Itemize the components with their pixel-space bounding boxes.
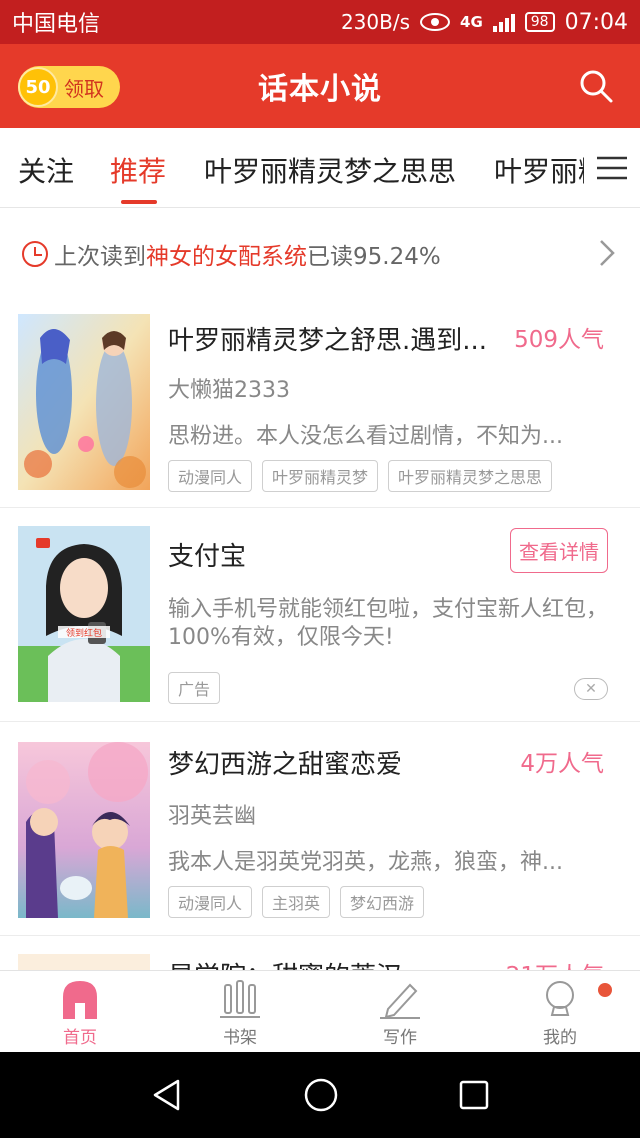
claim-label: 领取 [64,76,104,101]
nav-write[interactable]: 写作 [320,971,480,1052]
nav-profile-label: 我的 [543,1028,577,1048]
home-icon [63,981,97,1019]
claim-coins-button[interactable]: 50 领取 [18,66,120,108]
list-item[interactable]: 梦幻西游之甜蜜恋爱 4万人气 羽英芸幽 我本人是羽英党羽英，龙燕，狼蛮，神...… [0,722,640,936]
signal-type: 4G [460,12,483,31]
net-speed: 230B/s [340,10,411,34]
view-details-button[interactable]: 查看详情 [510,528,608,573]
close-icon[interactable]: ✕ [574,678,608,700]
book-description: 思粉进。本人没怎么看过剧情，不知为... [168,424,563,449]
nav-profile[interactable]: 我的 [480,971,640,1052]
last-read-bar[interactable]: 上次读到 神女的女配系统 已读95.24% [0,208,640,300]
home-circle-icon[interactable] [303,1077,339,1113]
status-bar: 中国电信 230B/s 4G 98 07:04 [0,0,640,44]
ad-title: 支付宝 [168,542,247,572]
book-title: 梦幻西游之甜蜜恋爱 [168,750,403,780]
clock-icon [22,241,48,267]
popularity: 509人气 [514,327,604,353]
search-icon[interactable] [578,68,614,104]
book-cover [18,954,150,970]
ad-tag: 广告 [168,672,221,704]
last-read-progress: 已读95.24% [307,244,441,270]
book-cover [18,742,150,918]
ad-description: 输入手机号就能领红包啦，支付宝新人红包，100%有效，仅限今天! [168,597,609,650]
bottom-nav: 首页 书架 写作 我的 [0,970,640,1052]
recent-apps-icon[interactable] [458,1079,490,1111]
last-read-prefix: 上次读到 [54,244,146,270]
book-cover [18,314,150,490]
tab-yeluoli-sisi[interactable]: 叶罗丽精灵梦之思思 [204,150,456,190]
app-header: 50 领取 话本小说 [0,44,640,128]
tag-list: 动漫同人 主羽英 梦幻西游 [168,886,425,918]
coin-icon: 50 [18,67,58,107]
book-author: 大懒猫2333 [168,378,290,403]
book-author: 羽英芸幽 [168,804,257,829]
bookshelf-icon [220,980,260,1018]
category-tabs: 关注 推荐 叶罗丽精灵梦之思思 叶罗丽精 [0,128,640,208]
tag-list: 动漫同人 叶罗丽精灵梦 叶罗丽精灵梦之思思 [168,460,553,492]
tag[interactable]: 主羽英 [262,886,331,918]
system-nav-bar [0,1052,640,1138]
tag[interactable]: 动漫同人 [168,886,253,918]
ad-cover: 领到红包 [18,526,150,702]
nav-home[interactable]: 首页 [0,971,160,1052]
tab-recommend[interactable]: 推荐 [110,150,166,190]
list-item[interactable]: 叶罗丽精灵梦之舒思.遇到... 509人气 大懒猫2333 思粉进。本人没怎么看… [0,300,640,508]
tag[interactable]: 叶罗丽精灵梦 [262,460,379,492]
book-title: 星学院：甜蜜的蒂汉 [168,956,402,970]
nav-bookshelf[interactable]: 书架 [160,971,320,1052]
book-title: 叶罗丽精灵梦之舒思.遇到... [168,326,488,356]
book-description: 我本人是羽英党羽英，龙燕，狼蛮，神... [168,850,563,875]
tag[interactable]: 叶罗丽精灵梦之思思 [388,460,553,492]
clock-time: 07:04 [564,9,628,35]
tab-follow[interactable]: 关注 [18,150,74,190]
page-title: 话本小说 [258,72,382,107]
pen-icon [380,983,420,1019]
tag[interactable]: 梦幻西游 [340,886,425,918]
nav-bookshelf-label: 书架 [223,1028,257,1048]
last-read-book: 神女的女配系统 [146,244,307,270]
active-tab-indicator [121,200,157,204]
popularity: 21万人气 [506,956,604,970]
back-icon[interactable] [150,1078,184,1112]
carrier-name: 中国电信 [12,12,101,37]
notification-dot [598,983,612,997]
battery-icon: 98 [524,12,555,32]
menu-icon[interactable] [584,128,640,207]
chevron-right-icon [600,240,615,266]
signal-icon [492,12,515,32]
tag[interactable]: 动漫同人 [168,460,253,492]
eye-icon [420,13,451,31]
popularity: 4万人气 [520,751,604,777]
ad-tag-list: 广告 [168,672,221,704]
nav-home-label: 首页 [63,1028,97,1048]
list-item[interactable]: 星学院：甜蜜的蒂汉 21万人气 [0,936,640,970]
nav-write-label: 写作 [383,1028,417,1048]
ad-cover-text: 领到红包 [66,627,102,639]
profile-icon [546,981,574,1016]
ad-item[interactable]: 领到红包 支付宝 查看详情 输入手机号就能领红包啦，支付宝新人红包，100%有效… [0,508,640,722]
